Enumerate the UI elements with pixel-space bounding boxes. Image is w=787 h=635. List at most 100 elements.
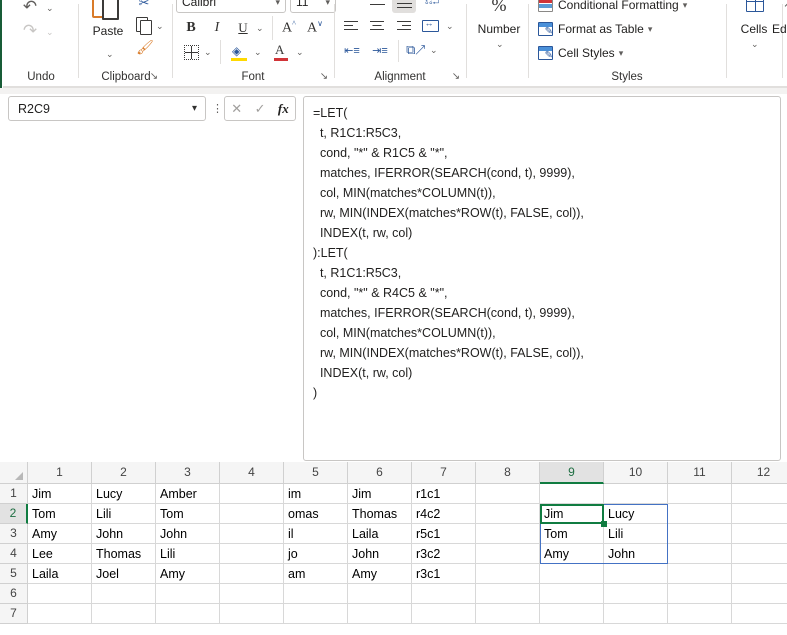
cell-R3C3[interactable]: John — [156, 524, 220, 544]
column-header-8[interactable]: 8 — [476, 462, 540, 484]
cell-R2C9[interactable]: Jim — [540, 504, 604, 524]
cells-caret-icon[interactable] — [751, 40, 759, 49]
cell-R4C3[interactable]: Lili — [156, 544, 220, 564]
cell-R3C12[interactable] — [732, 524, 787, 544]
font-color-button[interactable]: A — [270, 42, 292, 62]
cell-R7C9[interactable] — [540, 604, 604, 624]
cell-R1C1[interactable]: Jim — [28, 484, 92, 504]
cell-R3C11[interactable] — [668, 524, 732, 544]
name-box[interactable]: R2C9 ▾ — [8, 96, 206, 121]
wrap-text-button[interactable]: ⎌↵ — [420, 0, 444, 12]
cell-R1C6[interactable]: Jim — [348, 484, 412, 504]
cell-R6C3[interactable] — [156, 584, 220, 604]
cell-R6C11[interactable] — [668, 584, 732, 604]
cut-button[interactable]: ✂ — [134, 0, 154, 13]
cell-R6C2[interactable] — [92, 584, 156, 604]
cell-R1C2[interactable]: Lucy — [92, 484, 156, 504]
cell-R1C8[interactable] — [476, 484, 540, 504]
cell-R5C10[interactable] — [604, 564, 668, 584]
cell-R5C4[interactable] — [220, 564, 284, 584]
copy-button[interactable] — [134, 15, 154, 35]
undo-button[interactable]: ↶ — [18, 0, 42, 18]
cell-R7C8[interactable] — [476, 604, 540, 624]
column-header-9[interactable]: 9 — [540, 462, 604, 484]
align-right-button[interactable] — [392, 16, 414, 36]
cell-R2C2[interactable]: Lili — [92, 504, 156, 524]
chevron-down-icon[interactable]: ▾ — [192, 103, 205, 114]
cell-R6C9[interactable] — [540, 584, 604, 604]
cell-R6C4[interactable] — [220, 584, 284, 604]
underline-caret-icon[interactable] — [256, 24, 264, 33]
cell-R5C6[interactable]: Amy — [348, 564, 412, 584]
column-header-7[interactable]: 7 — [412, 462, 476, 484]
cell-R3C4[interactable] — [220, 524, 284, 544]
format-painter-button[interactable]: 🖌 — [134, 37, 156, 57]
align-top-button[interactable] — [340, 0, 362, 12]
fill-color-button[interactable]: ◈ — [228, 42, 250, 62]
cell-R4C11[interactable] — [668, 544, 732, 564]
cell-R3C10[interactable]: Lili — [604, 524, 668, 544]
cell-R6C8[interactable] — [476, 584, 540, 604]
copy-caret-icon[interactable] — [156, 22, 164, 31]
merge-caret-icon[interactable] — [446, 22, 454, 31]
underline-button[interactable]: U — [232, 18, 254, 38]
cell-R4C6[interactable]: John — [348, 544, 412, 564]
cell-R4C4[interactable] — [220, 544, 284, 564]
cell-R4C1[interactable]: Lee — [28, 544, 92, 564]
cell-R5C9[interactable] — [540, 564, 604, 584]
font-size-combo[interactable]: 11 ▾ — [290, 0, 336, 13]
fill-color-caret-icon[interactable] — [254, 48, 262, 57]
cell-R1C9[interactable] — [540, 484, 604, 504]
row-header-7[interactable]: 7 — [0, 604, 28, 624]
format-as-table-button[interactable]: Format as Table ▾ — [538, 22, 652, 37]
cell-R3C5[interactable]: il — [284, 524, 348, 544]
orientation-caret-icon[interactable] — [430, 46, 438, 55]
cell-R6C7[interactable] — [412, 584, 476, 604]
decrease-indent-button[interactable]: ⇤≡ — [340, 40, 364, 60]
cell-R1C11[interactable] — [668, 484, 732, 504]
column-header-1[interactable]: 1 — [28, 462, 92, 484]
font-name-combo[interactable]: Calibri ▾ — [176, 0, 286, 13]
column-header-6[interactable]: 6 — [348, 462, 412, 484]
column-header-12[interactable]: 12 — [732, 462, 787, 484]
formula-bar-handle[interactable]: ⋮ — [212, 100, 223, 118]
conditional-formatting-button[interactable]: Conditional Formatting ▾ — [538, 0, 687, 12]
cell-R7C2[interactable] — [92, 604, 156, 624]
cell-R2C1[interactable]: Tom — [28, 504, 92, 524]
cell-R3C2[interactable]: John — [92, 524, 156, 544]
row-header-1[interactable]: 1 — [0, 484, 28, 504]
row-header-2[interactable]: 2 — [0, 504, 28, 524]
cell-R7C5[interactable] — [284, 604, 348, 624]
borders-caret-icon[interactable] — [204, 48, 212, 57]
formula-input[interactable]: =LET( t, R1C1:R5C3, cond, "*" & R1C5 & "… — [303, 96, 781, 461]
cell-R6C1[interactable] — [28, 584, 92, 604]
borders-button[interactable] — [180, 42, 202, 62]
cell-R6C5[interactable] — [284, 584, 348, 604]
cell-R1C5[interactable]: im — [284, 484, 348, 504]
insert-function-icon[interactable]: fx — [278, 101, 289, 117]
cell-R3C1[interactable]: Amy — [28, 524, 92, 544]
cell-R3C9[interactable]: Tom — [540, 524, 604, 544]
percent-style-button[interactable]: % — [484, 0, 514, 18]
cell-R7C7[interactable] — [412, 604, 476, 624]
cell-R6C10[interactable] — [604, 584, 668, 604]
cell-R4C12[interactable] — [732, 544, 787, 564]
clipboard-dialog-launcher[interactable]: ↘ — [148, 71, 160, 83]
cell-R2C8[interactable] — [476, 504, 540, 524]
cell-R5C5[interactable]: am — [284, 564, 348, 584]
cell-R7C10[interactable] — [604, 604, 668, 624]
cell-R1C7[interactable]: r1c1 — [412, 484, 476, 504]
increase-font-size-button[interactable]: A^ — [278, 18, 300, 38]
cell-R7C1[interactable] — [28, 604, 92, 624]
cell-R5C12[interactable] — [732, 564, 787, 584]
cell-R4C2[interactable]: Thomas — [92, 544, 156, 564]
cell-R3C8[interactable] — [476, 524, 540, 544]
cell-R7C12[interactable] — [732, 604, 787, 624]
align-left-button[interactable] — [340, 16, 362, 36]
cell-R2C11[interactable] — [668, 504, 732, 524]
cell-R5C11[interactable] — [668, 564, 732, 584]
cell-R2C10[interactable]: Lucy — [604, 504, 668, 524]
cell-R5C8[interactable] — [476, 564, 540, 584]
cells-button[interactable] — [744, 0, 766, 14]
cell-R7C11[interactable] — [668, 604, 732, 624]
